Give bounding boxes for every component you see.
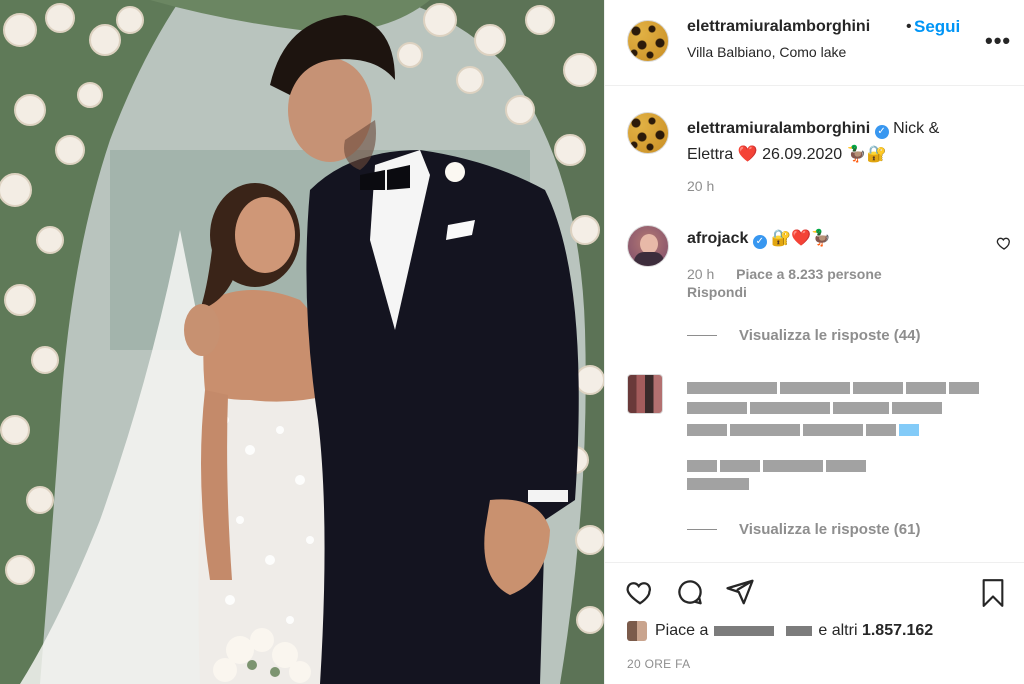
caption-text-2: Elettra bbox=[687, 146, 734, 163]
redacted-text-row bbox=[687, 478, 749, 492]
liker-avatar[interactable] bbox=[627, 621, 647, 641]
redacted-username bbox=[786, 626, 813, 636]
comment-afrojack: afrojack ✓ 🔐❤️🦆 bbox=[687, 228, 831, 249]
comment-likes[interactable]: Piace a 8.233 persone bbox=[736, 266, 882, 282]
redacted-username bbox=[714, 626, 775, 636]
post-header: elettramiuralamborghini • Segui Villa Ba… bbox=[605, 0, 1024, 86]
comment-avatar-redacted[interactable] bbox=[627, 374, 663, 414]
comment-avatar-afrojack[interactable] bbox=[627, 225, 669, 267]
caption-date: 26.09.2020 bbox=[762, 146, 843, 163]
likes-count[interactable]: 1.857.162 bbox=[862, 622, 933, 640]
caption-time[interactable]: 20 h bbox=[687, 178, 714, 194]
redacted-text-row bbox=[687, 424, 919, 438]
replies-dash bbox=[687, 529, 717, 530]
view-replies-label: Visualizza le risposte (44) bbox=[739, 327, 921, 344]
likes-prefix: Piace a bbox=[655, 622, 709, 639]
likes-summary[interactable]: Piace a e altri 1.857.162 bbox=[627, 621, 933, 641]
likes-suffix: e altri bbox=[818, 622, 858, 639]
comment-text: 🔐❤️🦆 bbox=[771, 230, 832, 247]
post-sidebar: elettramiuralamborghini • Segui Villa Ba… bbox=[604, 0, 1024, 684]
redacted-text-row bbox=[687, 402, 942, 416]
like-heart-icon[interactable] bbox=[625, 577, 655, 607]
caption-text-1: Nick & bbox=[893, 120, 940, 137]
view-replies-label: Visualizza le risposte (61) bbox=[739, 521, 921, 538]
verified-badge-icon: ✓ bbox=[874, 125, 889, 139]
view-replies-44[interactable]: Visualizza le risposte (44) bbox=[687, 327, 920, 344]
redacted-text-row bbox=[687, 460, 866, 474]
author-avatar[interactable] bbox=[627, 20, 669, 62]
redacted-text-row bbox=[687, 382, 979, 396]
caption-heart-emoji: ❤️ bbox=[737, 146, 758, 163]
reply-button[interactable]: Rispondi bbox=[687, 284, 747, 300]
post-caption: elettramiuralamborghini ✓ Nick & Elettra… bbox=[687, 116, 987, 168]
comment-meta: 20 h Piace a 8.233 persone bbox=[687, 266, 900, 282]
separator-dot: • bbox=[906, 18, 912, 35]
replies-dash bbox=[687, 335, 717, 336]
author-username[interactable]: elettramiuralamborghini bbox=[687, 18, 870, 36]
view-replies-61[interactable]: Visualizza le risposte (61) bbox=[687, 521, 920, 538]
post-photo[interactable] bbox=[0, 0, 604, 684]
comment-username[interactable]: afrojack bbox=[687, 230, 748, 247]
share-paper-plane-icon[interactable] bbox=[725, 577, 755, 607]
caption-username[interactable]: elettramiuralamborghini bbox=[687, 120, 870, 137]
comment-bubble-icon[interactable] bbox=[675, 577, 705, 607]
comment-time[interactable]: 20 h bbox=[687, 266, 714, 282]
follow-button[interactable]: Segui bbox=[914, 17, 960, 37]
caption-emoji: 🦆🔐 bbox=[846, 146, 887, 163]
verified-badge-icon: ✓ bbox=[752, 235, 767, 249]
caption-avatar[interactable] bbox=[627, 112, 669, 154]
post-actions: Piace a e altri 1.857.162 20 ORE FA bbox=[605, 562, 1024, 684]
post-age[interactable]: 20 ORE FA bbox=[627, 657, 690, 671]
post-location[interactable]: Villa Balbiano, Como lake bbox=[687, 44, 846, 60]
comment-like-heart-icon[interactable] bbox=[996, 235, 1012, 251]
wedding-photo-illustration bbox=[0, 0, 604, 684]
save-bookmark-icon[interactable] bbox=[979, 577, 1007, 609]
more-options-icon[interactable]: ••• bbox=[985, 28, 1011, 54]
